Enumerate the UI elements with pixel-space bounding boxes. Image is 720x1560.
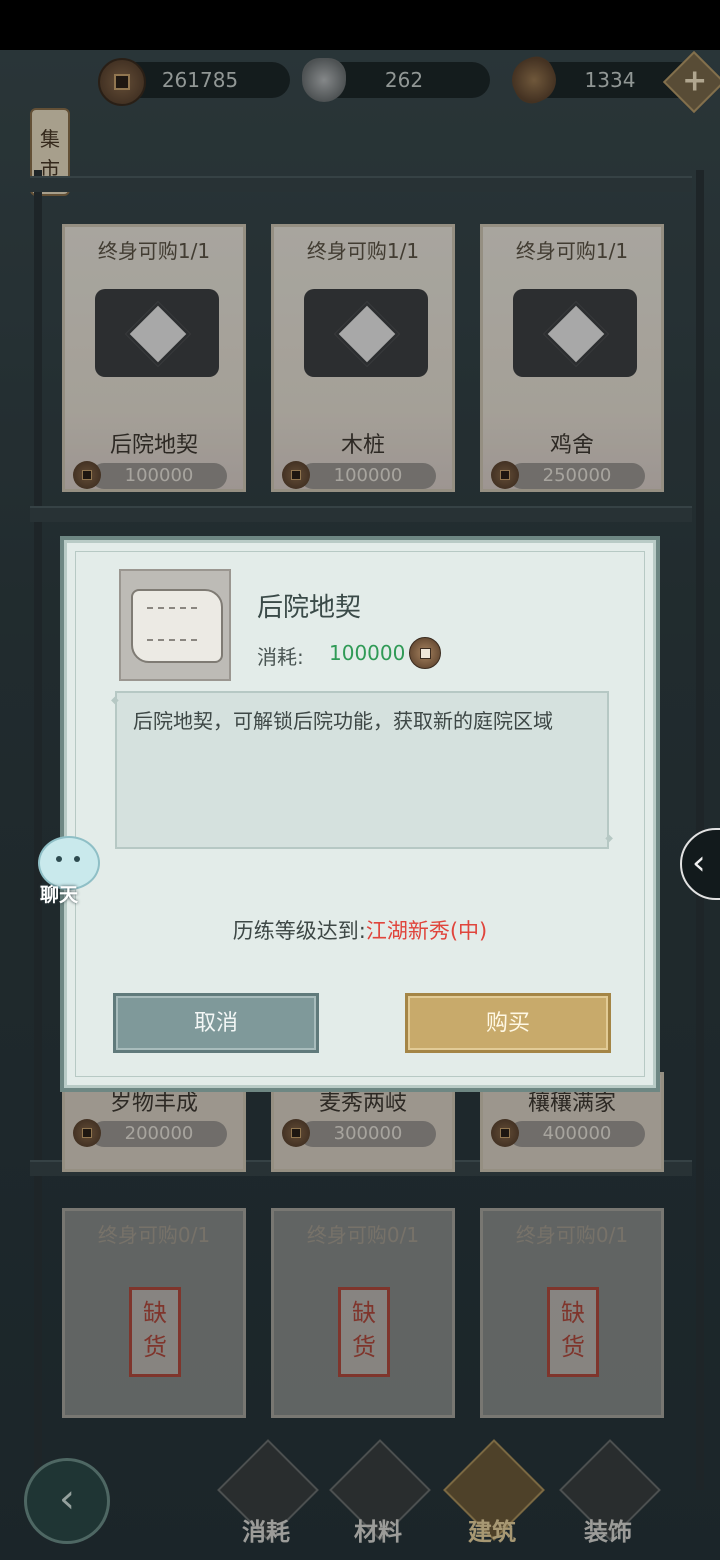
cancel-button[interactable]: 取消 [113,993,319,1053]
item-title: 后院地契 [257,593,362,623]
chat-button[interactable]: 聊天 [30,836,100,906]
buy-button[interactable]: 购买 [405,993,611,1053]
land-deed-map-icon [131,589,223,663]
cost-value: 100000 [329,641,406,665]
item-description: 后院地契，可解锁后院功能，获取新的庭院区域 [111,687,613,853]
cost-label: 消耗: [257,645,304,669]
item-thumbnail [119,569,231,681]
purchase-dialog: 后院地契 消耗: 100000 后院地契，可解锁后院功能，获取新的庭院区域 历练… [64,540,656,1088]
requirement-label: 历练等级达到: [232,919,366,943]
chat-label: 聊天 [40,884,79,906]
level-requirement: 历练等级达到:江湖新秀(中) [67,915,653,945]
status-bar [0,0,720,50]
requirement-value: 江湖新秀(中) [365,919,488,943]
chevron-left-icon: ‹ [692,843,706,883]
copper-coin-icon [409,637,441,669]
